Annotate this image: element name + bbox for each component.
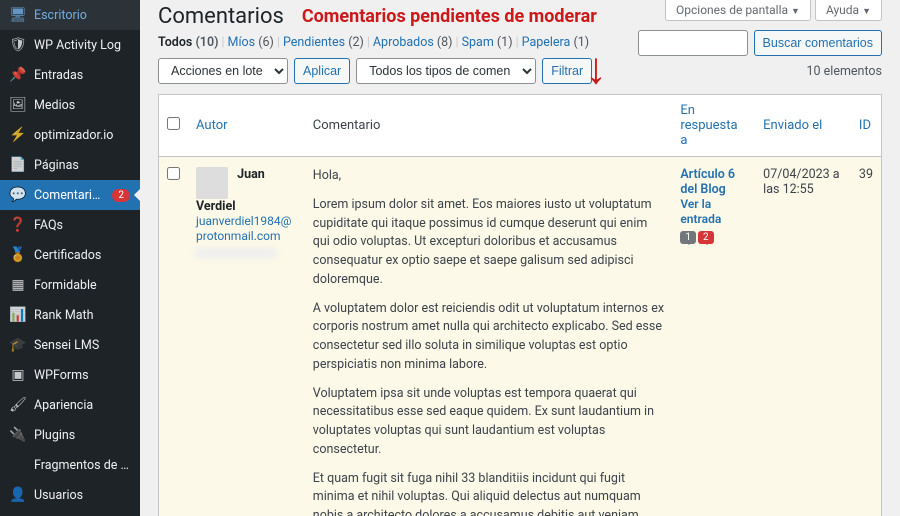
- sidebar-item-label: Plugins: [34, 428, 130, 443]
- menu-icon: 📊: [10, 307, 26, 323]
- sidebar-item-comentarios[interactable]: 💬 Comentarios 2: [0, 180, 140, 210]
- menu-icon: ⚡: [10, 127, 26, 143]
- menu-icon: ▣: [10, 367, 26, 383]
- status-filter-pendientes[interactable]: Pendientes (2): [283, 35, 364, 50]
- sidebar-item-label: Formidable: [34, 278, 130, 293]
- sidebar-item-faqs[interactable]: ❓ FAQs: [0, 210, 140, 240]
- comments-table: Autor Comentario En respuesta a Enviado …: [158, 94, 882, 516]
- col-id[interactable]: ID: [859, 118, 871, 133]
- sidebar-item-p-ginas[interactable]: 📄 Páginas: [0, 150, 140, 180]
- sidebar-item-sensei-lms[interactable]: 🎓 Sensei LMS: [0, 330, 140, 360]
- help-tab[interactable]: Ayuda▼: [815, 0, 882, 21]
- sidebar-item-escritorio[interactable]: 🖥 Escritorio: [0, 0, 140, 30]
- item-count: 10 elementos: [807, 64, 883, 79]
- sidebar-item-label: Usuarios: [34, 488, 130, 503]
- response-cell: Artículo 6 del Blog Ver la entrada 1 2: [672, 157, 755, 516]
- menu-icon: ▦: [10, 277, 26, 293]
- sidebar-item-label: Escritorio: [34, 8, 130, 23]
- sidebar-item-rank-math[interactable]: 📊 Rank Math: [0, 300, 140, 330]
- search-comments-input[interactable]: [638, 30, 748, 56]
- screen-options-tab[interactable]: Opciones de pantalla▼: [665, 0, 811, 21]
- status-filter-spam[interactable]: Spam (1): [462, 35, 513, 50]
- id-cell: 39: [851, 157, 882, 516]
- search-comments-button[interactable]: Buscar comentarios: [754, 30, 882, 56]
- sidebar-item-label: WPForms: [34, 368, 130, 383]
- sidebar-item-label: Comentarios: [34, 188, 104, 203]
- status-filter-míos[interactable]: Míos (6): [228, 35, 274, 50]
- response-post-link[interactable]: Artículo 6 del Blog: [680, 167, 735, 197]
- author-email[interactable]: juanverdiel1984@protonmail.com: [196, 214, 291, 243]
- sidebar-item-apariencia[interactable]: 🖌 Apariencia: [0, 390, 140, 420]
- page-title: Comentarios: [158, 4, 284, 29]
- view-post-link[interactable]: Ver la entrada: [680, 197, 721, 226]
- main-content: Opciones de pantalla▼ Ayuda▼ Buscar come…: [140, 0, 900, 516]
- sidebar-item-label: Rank Math: [34, 308, 130, 323]
- sidebar-item-label: Entradas: [34, 68, 130, 83]
- comment-cell: Hola,Lorem ipsum dolor sit amet. Eos mai…: [305, 157, 673, 516]
- sidebar-item-wpforms[interactable]: ▣ WPForms: [0, 360, 140, 390]
- sidebar-item-label: Páginas: [34, 158, 130, 173]
- menu-icon: 🖼: [10, 97, 26, 113]
- sidebar-item-label: Apariencia: [34, 398, 130, 413]
- bulk-action-select[interactable]: Acciones en lote: [158, 58, 288, 84]
- toolbar: Acciones en lote Aplicar Todos los tipos…: [158, 58, 882, 84]
- sidebar-item-usuarios[interactable]: 👤 Usuarios: [0, 480, 140, 510]
- sidebar-item-label: optimizador.io: [34, 128, 130, 143]
- approved-count-bubble[interactable]: 1: [680, 231, 696, 244]
- menu-icon: 📄: [10, 157, 26, 173]
- author-cell: Juan Verdiel juanverdiel1984@protonmail.…: [188, 157, 305, 516]
- col-response[interactable]: En respuesta a: [680, 103, 737, 148]
- sidebar-item-label: FAQs: [34, 218, 130, 233]
- caret-down-icon: ▼: [791, 7, 800, 17]
- menu-icon: 🎓: [10, 337, 26, 353]
- col-date[interactable]: Enviado el: [763, 118, 822, 133]
- col-comment: Comentario: [305, 95, 673, 157]
- sidebar-item-label: Medios: [34, 98, 130, 113]
- caret-down-icon: ▼: [862, 7, 871, 17]
- sidebar-item-wp-activity-log[interactable]: 🛡 WP Activity Log: [0, 30, 140, 60]
- status-filter-papelera[interactable]: Papelera (1): [522, 35, 589, 50]
- sidebar-item-formidable[interactable]: ▦ Formidable: [0, 270, 140, 300]
- sidebar-item-label: WP Activity Log: [34, 38, 130, 53]
- menu-icon: 👤: [10, 487, 26, 503]
- status-filter-aprobados[interactable]: Aprobados (8): [373, 35, 453, 50]
- admin-sidebar: 🖥 Escritorio 🛡 WP Activity Log 📌 Entradas 🖼 Med…: [0, 0, 140, 516]
- sidebar-item-plugins[interactable]: 🔌 Plugins: [0, 420, 140, 450]
- menu-icon: 💬: [10, 187, 26, 203]
- sidebar-item-entradas[interactable]: 📌 Entradas: [0, 60, 140, 90]
- menu-icon: 🏅: [10, 247, 26, 263]
- select-all-checkbox[interactable]: [167, 117, 180, 130]
- sidebar-item-fragmentos-de-c-digo[interactable]: Fragmentos de código: [0, 450, 140, 480]
- sidebar-item-label: Certificados: [34, 248, 130, 263]
- menu-icon: [10, 457, 26, 473]
- menu-icon: 📌: [10, 67, 26, 83]
- table-row: Juan Verdiel juanverdiel1984@protonmail.…: [159, 157, 882, 516]
- menu-icon: ❓: [10, 217, 26, 233]
- annotation-label: Comentarios pendientes de moderar: [302, 6, 597, 27]
- comment-type-select[interactable]: Todos los tipos de comen: [356, 58, 536, 84]
- sidebar-item-medios[interactable]: 🖼 Medios: [0, 90, 140, 120]
- row-checkbox[interactable]: [167, 167, 180, 180]
- menu-icon: 🔌: [10, 427, 26, 443]
- filter-button[interactable]: Filtrar: [542, 58, 592, 84]
- menu-icon: 🖌: [10, 397, 26, 413]
- sidebar-item-label: Sensei LMS: [34, 338, 130, 353]
- menu-icon: 🛡: [10, 37, 26, 53]
- date-cell: 07/04/2023 a las 12:55: [755, 157, 851, 516]
- avatar: [196, 167, 228, 199]
- status-filter-todos[interactable]: Todos (10): [158, 35, 218, 50]
- menu-icon: 🖥: [10, 7, 26, 23]
- pending-badge: 2: [112, 189, 130, 202]
- search-comments-box: Buscar comentarios: [638, 30, 882, 56]
- bulk-apply-button[interactable]: Aplicar: [294, 58, 350, 84]
- sidebar-item-optimizador-io[interactable]: ⚡ optimizador.io: [0, 120, 140, 150]
- sidebar-item-profile-builder[interactable]: 👤Profile Builder: [0, 510, 140, 516]
- pending-count-bubble[interactable]: 2: [698, 231, 714, 244]
- sidebar-item-certificados[interactable]: 🏅 Certificados: [0, 240, 140, 270]
- blurred-line: [196, 248, 276, 258]
- col-author[interactable]: Autor: [196, 118, 228, 133]
- sidebar-item-label: Fragmentos de código: [34, 458, 130, 473]
